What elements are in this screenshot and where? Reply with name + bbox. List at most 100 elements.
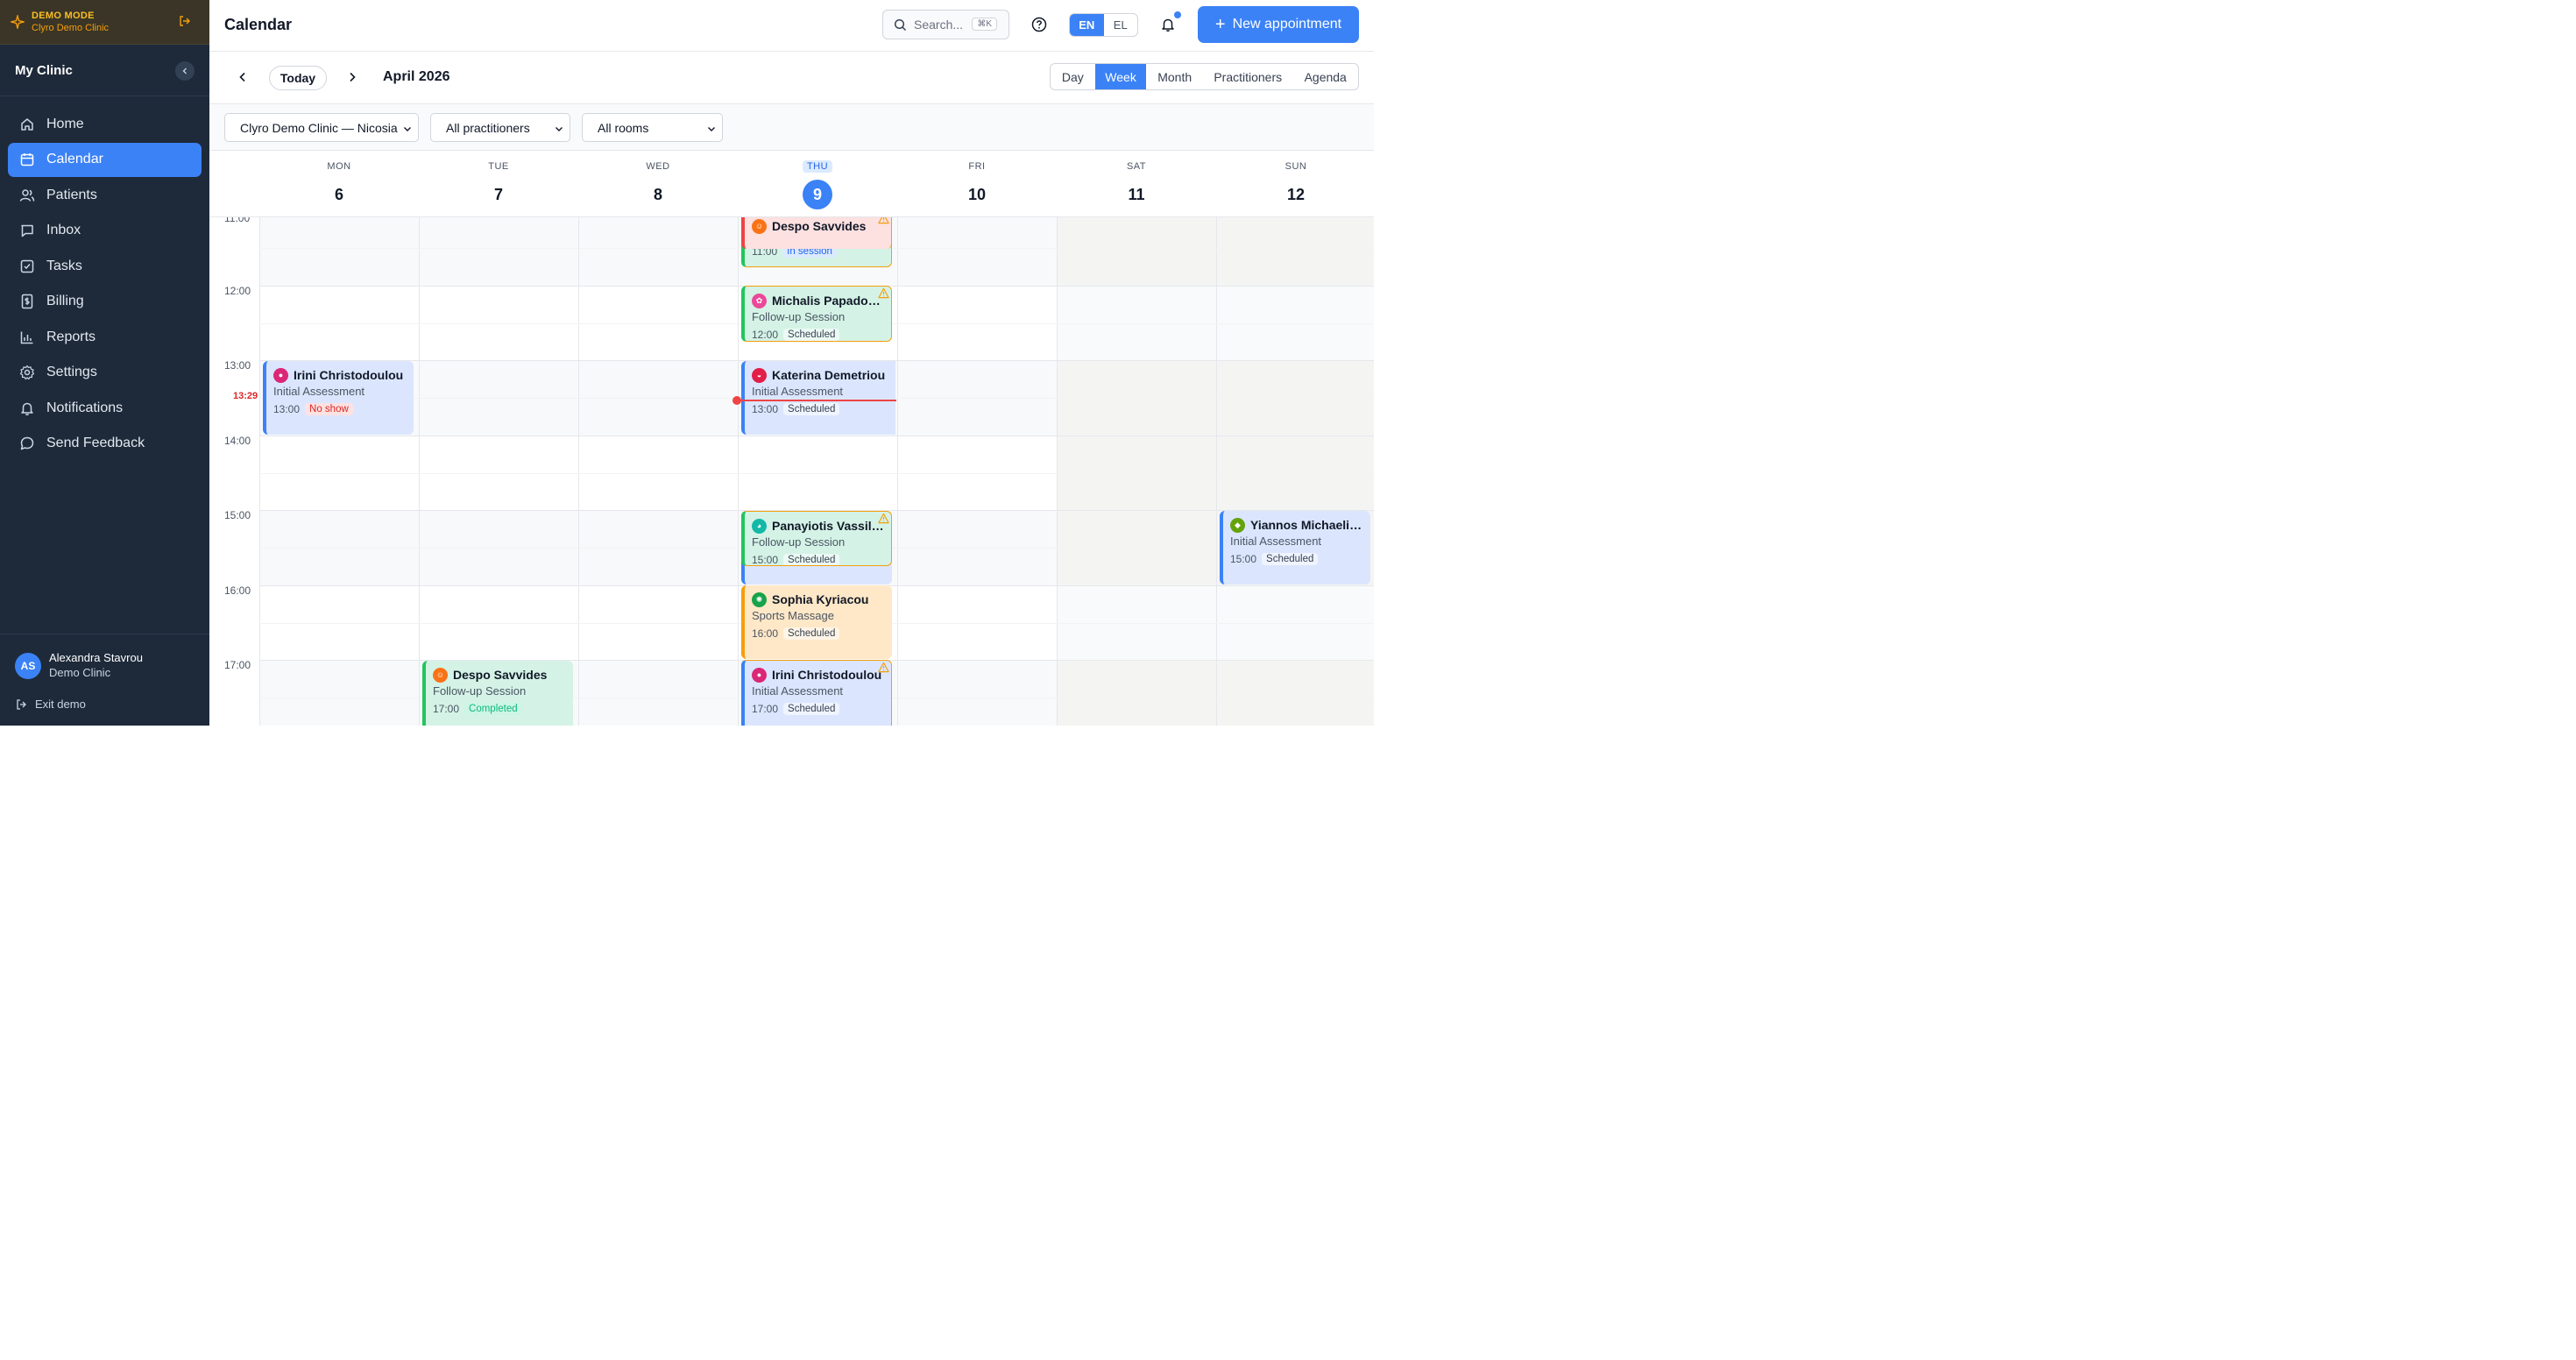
exit-icon[interactable]	[178, 14, 192, 28]
chevron-down-icon	[708, 127, 715, 131]
day-name: MON	[327, 161, 351, 172]
room-select[interactable]: All rooms	[582, 113, 723, 142]
exit-demo-button[interactable]: Exit demo	[16, 698, 86, 711]
appointment-card[interactable]: ● Irini Christodoulou Initial Assessment…	[263, 361, 414, 435]
appointment-type: Initial Assessment	[273, 385, 365, 398]
appointment-card[interactable]: ● Irini Christodoulou Initial Assessment…	[741, 660, 892, 726]
appointment-card[interactable]: ◆ Yiannos Michaelides Initial Assessment…	[1220, 511, 1370, 584]
sidebar-item-reports[interactable]: Reports	[8, 320, 202, 354]
patient-name: Yiannos Michaelides	[1250, 518, 1363, 532]
day-name: TUE	[488, 161, 509, 172]
appointment-card[interactable]: ☺ Despo Savvides Follow-up Session 17:00…	[422, 661, 573, 726]
notifications-bell-icon[interactable]	[1160, 17, 1176, 32]
sidebar-item-inbox[interactable]: Inbox	[8, 214, 202, 248]
appointment-card[interactable]: ✿ Michalis Papadopoulos Follow-up Sessio…	[741, 286, 892, 342]
sidebar-item-billing[interactable]: Billing	[8, 285, 202, 319]
plus-icon: +	[1214, 15, 1226, 34]
time-label: 14:00	[224, 435, 251, 447]
sidebar-item-label: Reports	[46, 329, 96, 344]
appointment-card[interactable]: ☺ Despo Savvides	[741, 217, 892, 249]
lang-el-button[interactable]: EL	[1104, 14, 1138, 36]
sidebar-item-home[interactable]: Home	[8, 107, 202, 141]
chevron-down-icon	[404, 127, 411, 131]
help-icon[interactable]	[1031, 17, 1047, 32]
patient-name: Katerina Demetriou	[772, 368, 886, 382]
practitioner-select[interactable]: All practitioners	[430, 113, 570, 142]
search-icon	[894, 18, 907, 31]
new-appointment-button[interactable]: + New appointment	[1198, 6, 1359, 43]
feedback-icon	[20, 436, 34, 450]
view-day-button[interactable]: Day	[1051, 64, 1095, 89]
appointment-card[interactable]: ◕ Panayiotis Vassiliou Follow-up Session…	[741, 511, 892, 566]
day-header-sat[interactable]: SAT 11	[1057, 151, 1216, 217]
patient-emoji-icon: ✿	[752, 293, 767, 308]
today-button[interactable]: Today	[269, 66, 327, 90]
day-header-tue[interactable]: TUE 7	[419, 151, 578, 217]
reports-icon	[20, 331, 33, 344]
week-grid[interactable]: 11:00 12:00 13:00 14:00 15:00 16:00 17:0…	[209, 217, 1374, 726]
sidebar-item-calendar[interactable]: Calendar	[8, 142, 202, 177]
sidebar-item-label: Send Feedback	[46, 436, 145, 450]
day-header-sun[interactable]: SUN 12	[1216, 151, 1376, 217]
appointment-meta: 17:00 Completed	[433, 703, 566, 715]
appointment-head: ☺ Despo Savvides	[433, 667, 566, 683]
time-label: 16:00	[224, 584, 251, 597]
sidebar-item-label: Calendar	[46, 152, 103, 166]
appointment-card[interactable]: ✺ Sophia Kyriacou Sports Massage 16:00 S…	[741, 585, 892, 659]
patient-name: Despo Savvides	[772, 219, 867, 233]
chevron-right-icon[interactable]	[346, 71, 358, 83]
sidebar-item-notifications[interactable]: Notifications	[8, 391, 202, 425]
search-placeholder: Search...	[914, 18, 964, 32]
day-header-wed[interactable]: WED 8	[578, 151, 738, 217]
day-header-thu[interactable]: THU 9	[738, 151, 897, 217]
search-input[interactable]: Search... ⌘K	[882, 10, 1009, 39]
appointment-head: ◕ Panayiotis Vassiliou	[752, 518, 884, 534]
column-divider	[419, 217, 420, 726]
patient-emoji-icon: ●	[752, 667, 767, 683]
time-label: 17:00	[224, 659, 251, 671]
day-header-fri[interactable]: FRI 10	[897, 151, 1057, 217]
sidebar-item-tasks[interactable]: Tasks	[8, 249, 202, 283]
appointment-time: 15:00	[1230, 553, 1257, 565]
appointment-card[interactable]: ◒ Katerina Demetriou Initial Assessment …	[741, 361, 895, 435]
patient-emoji-icon: ✺	[752, 591, 767, 607]
appointment-meta: 13:00 Scheduled	[752, 403, 888, 415]
user-org: Demo Clinic	[49, 666, 111, 679]
appointment-head: ● Irini Christodoulou	[752, 667, 884, 683]
patient-name: Sophia Kyriacou	[772, 592, 869, 606]
topbar: Calendar Search... ⌘K EN EL + New appoin…	[209, 0, 1374, 52]
sidebar: DEMO MODE Clyro Demo Clinic My Clinic Ho…	[0, 0, 209, 726]
status-badge: Completed	[464, 703, 522, 715]
appointment-meta: 12:00 Scheduled	[752, 329, 884, 341]
notification-dot	[1174, 11, 1181, 18]
day-number: 6	[334, 186, 343, 203]
sidebar-item-patients[interactable]: Patients	[8, 178, 202, 212]
avatar[interactable]: AS	[15, 653, 41, 679]
view-week-button[interactable]: Week	[1094, 64, 1147, 89]
calendar-nav: Today April 2026 Day Week Month Practiti…	[209, 52, 1374, 104]
view-month-button[interactable]: Month	[1146, 64, 1203, 89]
view-agenda-button[interactable]: Agenda	[1292, 64, 1358, 89]
appointment-head: ☺ Despo Savvides	[752, 218, 884, 234]
lang-en-button[interactable]: EN	[1070, 14, 1104, 36]
sidebar-item-send-feedback[interactable]: Send Feedback	[8, 427, 202, 461]
current-time-line	[737, 400, 896, 401]
view-practitioners-button[interactable]: Practitioners	[1203, 64, 1292, 89]
appointment-head: ✿ Michalis Papadopoulos	[752, 293, 884, 308]
chevron-left-icon[interactable]	[237, 71, 249, 83]
status-badge: Scheduled	[783, 627, 840, 640]
column-divider	[259, 217, 260, 726]
location-select[interactable]: Clyro Demo Clinic — Nicosia	[224, 113, 419, 142]
bell-icon	[21, 402, 33, 415]
appointment-type: Initial Assessment	[752, 385, 844, 398]
collapse-sidebar-button[interactable]	[175, 61, 195, 81]
day-number: 7	[493, 186, 503, 203]
sidebar-item-settings[interactable]: Settings	[8, 356, 202, 390]
appointment-type: Follow-up Session	[752, 310, 846, 323]
appointment-head: ● Irini Christodoulou	[273, 367, 407, 383]
day-headers: MON 6 TUE 7 WED 8 THU 9 FRI 10 SAT 11 SUN 12	[209, 151, 1374, 217]
day-number: 12	[1286, 186, 1306, 203]
day-header-mon[interactable]: MON 6	[259, 151, 419, 217]
appointment-time: 16:00	[752, 627, 779, 640]
sparkle-icon	[11, 15, 25, 29]
